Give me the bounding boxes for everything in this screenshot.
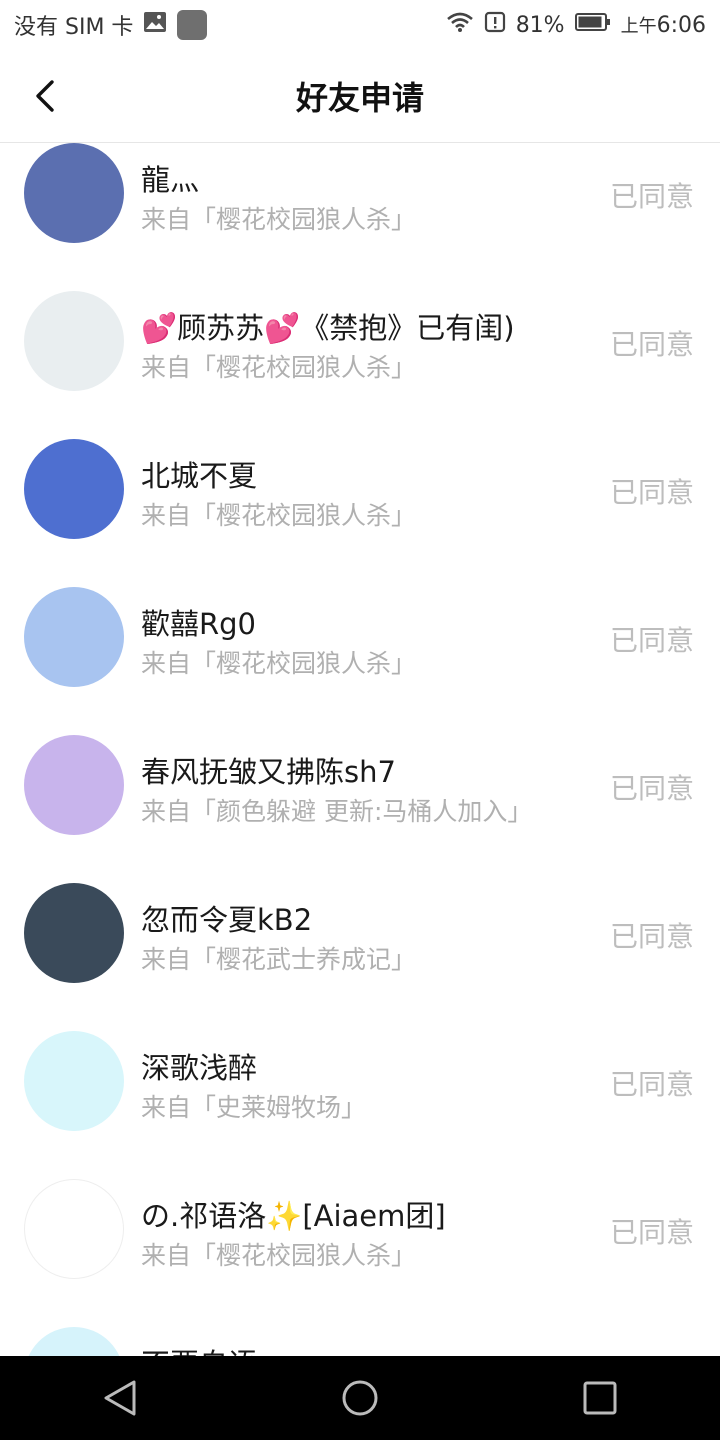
avatar[interactable] [24,1327,124,1356]
system-nav-bar [0,1356,720,1440]
avatar[interactable] [24,587,124,687]
avatar[interactable] [24,143,124,243]
status-bar-left: 没有 SIM 卡 [14,9,208,41]
friend-name: 春风抚皱又拂陈sh7 [141,755,396,789]
friend-request-list[interactable]: 龍灬 来自「樱花校园狼人杀」 已同意 💕顾苏苏💕《禁抱》已有闺) 来自「樱花校园… [0,143,720,1356]
page-title: 好友申请 [295,79,424,117]
avatar[interactable] [24,883,124,983]
image-notification-icon [143,11,167,39]
square-recents-icon [583,1381,617,1415]
friend-source: 来自「樱花校园狼人杀」 [141,205,417,234]
status-label: 已同意 [609,772,694,805]
list-item[interactable]: の.祁语洛✨[Aiaem团] 来自「樱花校园狼人杀」 已同意 [0,1179,720,1327]
friend-source: 来自「樱花校园狼人杀」 [141,501,417,530]
friend-source: 来自「颜色躲避 更新:马桶人加入」 [141,797,533,826]
list-item[interactable]: 💕顾苏苏💕《禁抱》已有闺) 来自「樱花校园狼人杀」 已同意 [0,291,720,439]
list-item[interactable]: 北城不夏 来自「樱花校园狼人杀」 已同意 [0,439,720,587]
friend-source: 来自「樱花校园狼人杀」 [141,1241,417,1270]
back-nav-button[interactable] [85,1363,155,1433]
list-item[interactable]: 龍灬 来自「樱花校园狼人杀」 已同意 [0,143,720,291]
friend-name: 💕顾苏苏💕《禁抱》已有闺) [141,311,515,345]
friend-name: 歡囍Rg0 [141,607,257,641]
status-label: 已同意 [609,624,694,657]
status-label: 已同意 [609,920,694,953]
avatar[interactable] [24,1179,124,1279]
status-label: 已同意 [609,1068,694,1101]
battery-percent: 81% [515,12,565,38]
friend-source: 来自「樱花校园狼人杀」 [141,649,417,678]
friend-name: 不要自语 [141,1341,257,1356]
list-item[interactable]: 春风抚皱又拂陈sh7 来自「颜色躲避 更新:马桶人加入」 已同意 [0,735,720,883]
avatar[interactable] [24,1031,124,1131]
carrier-label: 没有 SIM 卡 [14,15,134,40]
alert-icon [484,11,506,39]
recents-nav-button[interactable] [565,1363,635,1433]
friend-source: 来自「樱花武士养成记」 [141,945,417,974]
friend-name: 北城不夏 [141,459,258,493]
circle-home-icon [342,1380,378,1416]
friend-name: 忽而令夏kB2 [141,903,313,937]
chevron-left-icon [36,80,54,112]
app-bar: 好友申请 [0,50,720,143]
avatar[interactable] [24,439,124,539]
wifi-icon [446,11,474,39]
status-label: 已同意 [609,180,694,213]
friend-name: 龍灬 [141,163,200,197]
avatar[interactable] [24,291,124,391]
back-button[interactable] [22,72,70,120]
app-notification-icon [177,10,208,40]
list-item[interactable]: 不要自语 [0,1327,720,1356]
list-item[interactable]: 深歌浅醉 来自「史莱姆牧场」 已同意 [0,1031,720,1179]
status-label: 已同意 [609,476,694,509]
time-ampm: 上午 [620,16,657,37]
status-bar: 没有 SIM 卡 81% 上午6:06 [0,0,720,50]
list-item[interactable]: 歡囍Rg0 来自「樱花校园狼人杀」 已同意 [0,587,720,735]
status-label: 已同意 [609,1216,694,1249]
list-item[interactable]: 忽而令夏kB2 来自「樱花武士养成记」 已同意 [0,883,720,1031]
friend-source: 来自「史莱姆牧场」 [141,1093,367,1122]
friend-source: 来自「樱花校园狼人杀」 [141,353,417,382]
friend-name: 深歌浅醉 [141,1051,258,1085]
home-nav-button[interactable] [325,1363,395,1433]
friend-name: の.祁语洛✨[Aiaem团] [141,1199,446,1233]
triangle-back-icon [104,1380,136,1416]
status-label: 已同意 [609,328,694,361]
time-label: 6:06 [656,13,706,38]
avatar[interactable] [24,735,124,835]
status-bar-right: 81% 上午6:06 [446,11,706,39]
battery-icon [574,12,611,38]
